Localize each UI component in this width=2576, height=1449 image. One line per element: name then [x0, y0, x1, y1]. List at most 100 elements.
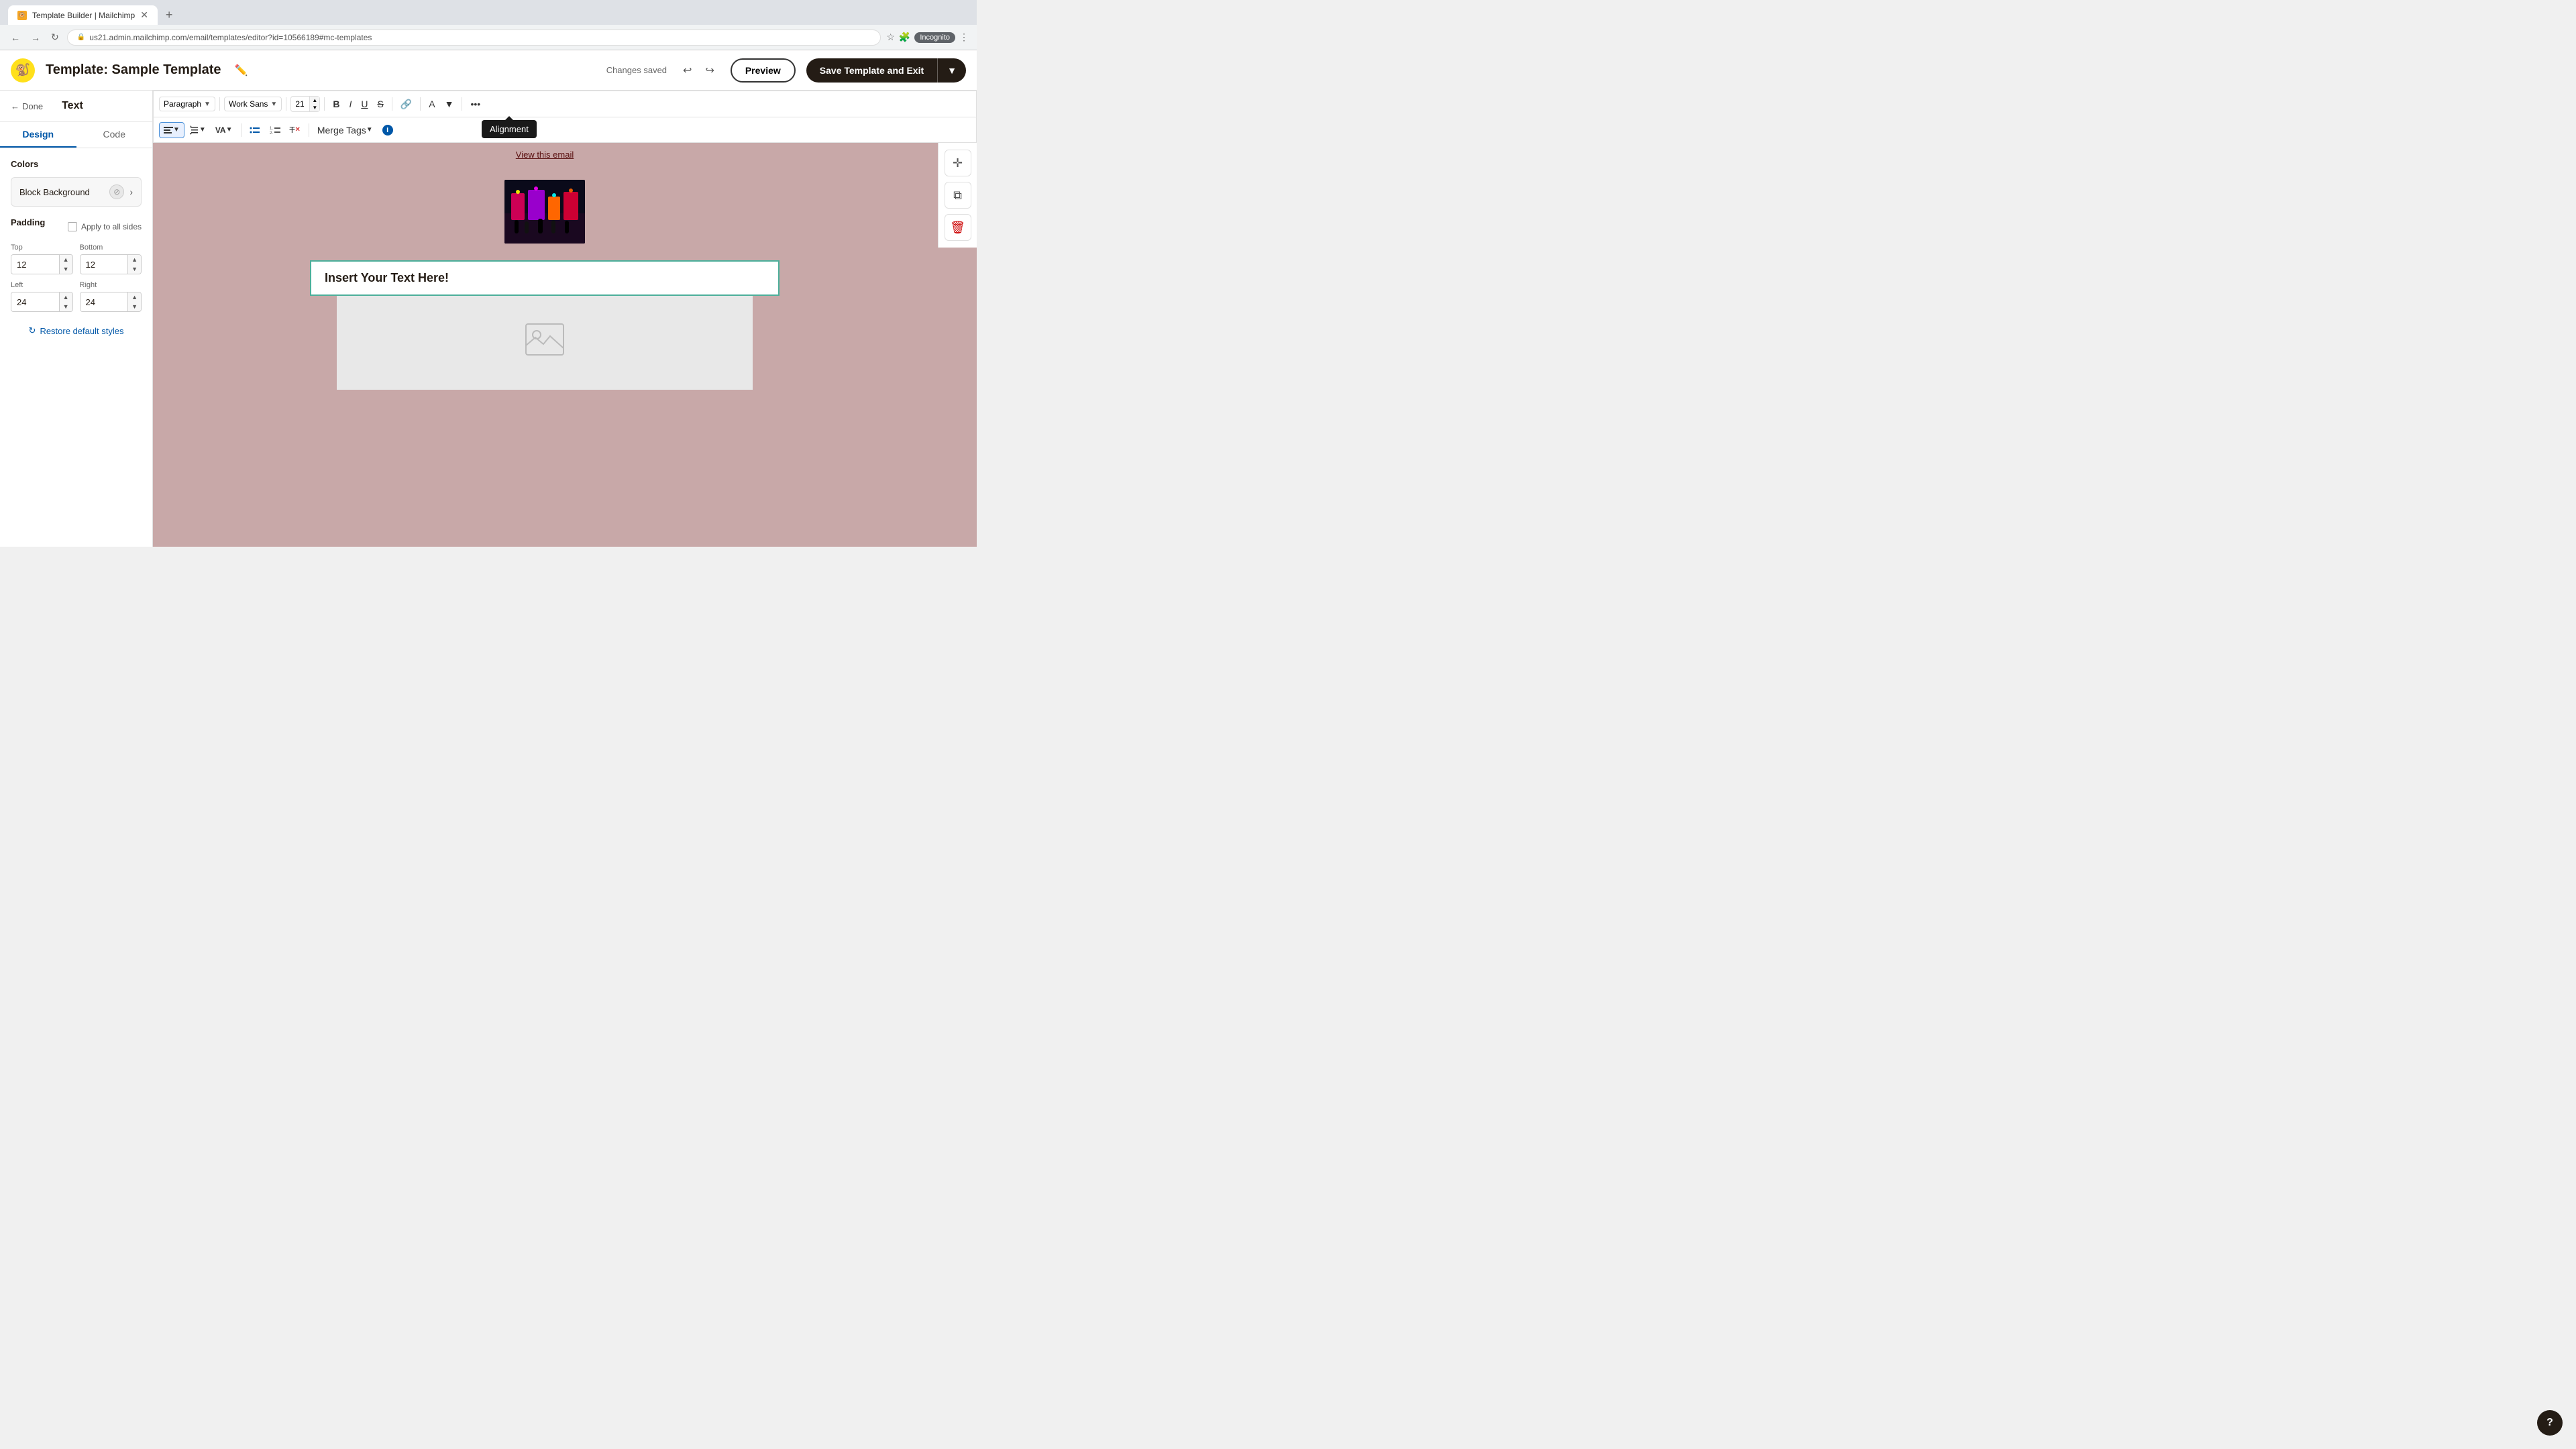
save-template-button[interactable]: Save Template and Exit — [806, 58, 937, 83]
block-background-swatch[interactable]: ⊘ — [109, 184, 124, 199]
right-spin: ▲ ▼ — [127, 292, 141, 311]
align-left-button[interactable]: ▼ — [159, 122, 184, 138]
line-height-button[interactable]: ▼ — [186, 123, 210, 138]
undo-button[interactable]: ↩ — [678, 61, 697, 80]
help-icon: ? — [2546, 1417, 2553, 1429]
undo-redo-group: ↩ ↪ — [678, 61, 720, 80]
preview-button[interactable]: Preview — [731, 58, 796, 83]
forward-button[interactable]: → — [28, 30, 43, 46]
italic-button[interactable]: I — [345, 96, 356, 112]
sidebar-header: ← Done Text — [0, 91, 152, 122]
text-color-dropdown[interactable]: ▼ — [441, 96, 458, 112]
bottom-spin-up[interactable]: ▲ — [128, 255, 141, 264]
top-spin-down[interactable]: ▼ — [60, 264, 72, 274]
info-button[interactable]: i — [378, 122, 397, 138]
padding-title: Padding — [11, 217, 45, 227]
duplicate-icon: ⧉ — [953, 189, 962, 203]
bottom-spin: ▲ ▼ — [127, 255, 141, 274]
font-size-up[interactable]: ▲ — [309, 97, 319, 104]
merge-tags-button[interactable]: Merge Tags ▼ — [313, 122, 377, 138]
restore-label: Restore default styles — [40, 326, 123, 336]
image-placeholder-block[interactable] — [337, 296, 753, 390]
paragraph-dropdown-arrow: ▼ — [204, 101, 211, 108]
delete-icon: 🗑 — [950, 221, 965, 235]
redo-button[interactable]: ↪ — [700, 61, 719, 80]
tab-close-button[interactable]: ✕ — [140, 9, 148, 21]
clear-format-button[interactable]: T ✕ — [286, 122, 305, 138]
new-tab-button[interactable]: + — [160, 7, 178, 23]
top-input[interactable] — [11, 255, 59, 274]
move-icon: ✛ — [953, 156, 963, 170]
right-spin-up[interactable]: ▲ — [128, 292, 141, 302]
tab-design[interactable]: Design — [0, 122, 76, 148]
text-block[interactable]: Insert Your Text Here! — [310, 260, 780, 296]
link-icon: 🔗 — [400, 99, 412, 110]
edit-title-icon[interactable]: ✏️ — [235, 64, 248, 77]
text-color-dropdown-icon: ▼ — [445, 99, 454, 109]
top-spin-up[interactable]: ▲ — [60, 255, 72, 264]
apply-all-checkbox[interactable] — [68, 222, 77, 231]
block-background-row[interactable]: Block Background ⊘ › — [11, 177, 142, 207]
email-area: View this email — [153, 143, 936, 547]
text-color-button[interactable]: A — [425, 96, 439, 112]
link-button[interactable]: 🔗 — [396, 96, 416, 113]
duplicate-button[interactable]: ⧉ — [945, 182, 971, 209]
font-size-down[interactable]: ▼ — [309, 104, 319, 111]
padding-header: Padding Apply to all sides — [11, 217, 142, 235]
bottom-label: Bottom — [80, 244, 142, 252]
back-button[interactable]: ← — [8, 30, 23, 46]
reload-button[interactable]: ↻ — [48, 29, 62, 46]
bold-icon: B — [333, 99, 339, 109]
ordered-list-button[interactable]: 1. 2. — [266, 122, 284, 138]
separator1 — [219, 97, 220, 111]
more-options-button[interactable]: ••• — [466, 96, 484, 112]
alignment-tooltip-text: Alignment — [490, 124, 529, 134]
text-toolbar-row1: Paragraph ▼ Work Sans ▼ 21 ▲ ▼ B I U S — [153, 91, 977, 117]
merge-tags-arrow: ▼ — [366, 126, 373, 133]
clear-format-icon: T — [290, 125, 295, 135]
strikethrough-button[interactable]: S — [373, 96, 387, 112]
padding-right-field: Right ▲ ▼ — [80, 281, 142, 312]
help-button[interactable]: ? — [2537, 1410, 2563, 1436]
slash-icon: ⊘ — [113, 187, 120, 197]
right-spin-down[interactable]: ▼ — [128, 302, 141, 311]
kerning-button[interactable]: VA ▼ — [211, 123, 237, 138]
unordered-list-button[interactable] — [246, 122, 264, 138]
font-dropdown-arrow: ▼ — [270, 101, 277, 108]
tab-code[interactable]: Code — [76, 122, 153, 148]
delete-button[interactable]: 🗑 — [945, 214, 971, 241]
right-label: Right — [80, 281, 142, 289]
separator5 — [420, 97, 421, 111]
font-size-value: 21 — [291, 98, 309, 110]
left-input[interactable] — [11, 292, 59, 311]
extension-button[interactable]: 🧩 — [899, 32, 910, 43]
restore-button[interactable]: ↻ Restore default styles — [11, 325, 142, 336]
bookmark-button[interactable]: ☆ — [886, 32, 895, 43]
bottom-spin-down[interactable]: ▼ — [128, 264, 141, 274]
done-link[interactable]: ← Done — [11, 101, 43, 111]
underline-button[interactable]: U — [357, 96, 372, 112]
sidebar-content: Colors Block Background ⊘ › Padding Appl… — [0, 148, 152, 347]
left-input-wrap: ▲ ▼ — [11, 292, 73, 312]
bottom-input[interactable] — [80, 255, 128, 274]
separator3 — [324, 97, 325, 111]
left-spin-up[interactable]: ▲ — [60, 292, 72, 302]
email-image-block[interactable] — [310, 166, 780, 260]
menu-button[interactable]: ⋮ — [959, 32, 969, 43]
text-toolbar-row2: ▼ ▼ VA ▼ 1. — [153, 117, 977, 143]
left-spin-down[interactable]: ▼ — [60, 302, 72, 311]
side-actions: ✛ ⧉ 🗑 — [938, 143, 977, 248]
save-dropdown-button[interactable]: ▼ — [937, 58, 966, 83]
paragraph-select[interactable]: Paragraph ▼ — [159, 97, 215, 111]
view-email-link[interactable]: View this email — [516, 150, 574, 160]
address-bar[interactable]: 🔒 us21.admin.mailchimp.com/email/templat… — [67, 30, 881, 46]
browser-tab[interactable]: 🐵 Template Builder | Mailchimp ✕ — [8, 5, 158, 25]
padding-left-field: Left ▲ ▼ — [11, 281, 73, 312]
move-button[interactable]: ✛ — [945, 150, 971, 176]
font-select[interactable]: Work Sans ▼ — [224, 97, 282, 111]
right-input[interactable] — [80, 292, 128, 311]
bold-button[interactable]: B — [329, 96, 343, 112]
left-spin: ▲ ▼ — [59, 292, 72, 311]
image-placeholder-icon — [364, 323, 726, 363]
font-size-spin: ▲ ▼ — [309, 97, 319, 111]
